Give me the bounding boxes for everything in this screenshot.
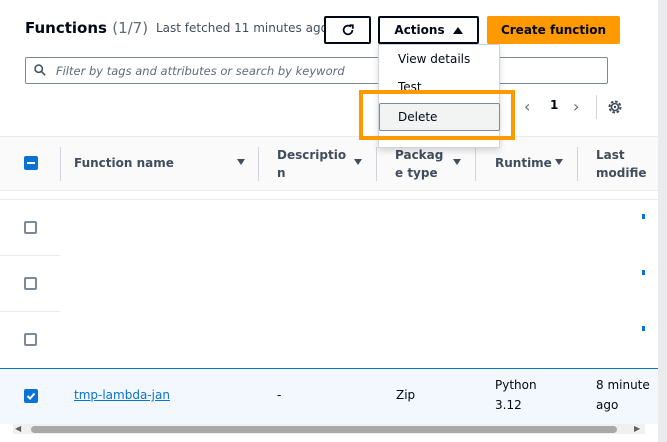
gear-icon[interactable] (606, 98, 624, 116)
row-checkbox-checked[interactable] (24, 389, 38, 403)
package-type-cell: Zip (396, 388, 416, 402)
column-header-runtime[interactable]: Runtime (495, 154, 552, 172)
caret-up-icon (452, 26, 463, 34)
column-divider (376, 147, 377, 181)
truncated-link-mark (642, 214, 645, 219)
column-divider (475, 147, 476, 181)
search-icon (34, 64, 46, 76)
divider (596, 95, 597, 119)
refresh-button[interactable] (324, 16, 371, 44)
checkmark-icon (26, 392, 36, 400)
sort-down-icon[interactable] (453, 159, 461, 165)
description-cell: - (277, 388, 282, 402)
table-header: Function name Descriptio n Packag e type… (0, 136, 667, 191)
chevron-right-icon[interactable]: › (573, 97, 579, 116)
row-divider (0, 311, 60, 312)
search-box (25, 57, 608, 84)
column-header-description[interactable]: Descriptio n (277, 146, 346, 182)
row-checkbox[interactable] (24, 221, 37, 234)
column-divider (60, 147, 61, 181)
table-row[interactable]: tmp-lambda-jan - Zip Python 3.12 8 minut… (0, 368, 667, 424)
page-number[interactable]: 1 (550, 98, 558, 112)
page-title: Functions (1/7) (25, 19, 148, 37)
highlight-box (359, 90, 515, 140)
title-text: Functions (25, 19, 107, 37)
chevron-left-icon[interactable]: ‹ (524, 97, 530, 116)
menu-item-view-details[interactable]: View details (398, 52, 470, 66)
actions-label: Actions (394, 23, 445, 37)
search-input[interactable] (56, 58, 356, 83)
scroll-right-icon[interactable]: ▶ (634, 424, 640, 433)
column-header-package-type[interactable]: Packag e type (395, 146, 443, 182)
column-header-last-modified[interactable]: Last modifie (596, 146, 646, 182)
runtime-cell: Python 3.12 (495, 378, 537, 412)
last-fetched-text: Last fetched 11 minutes ago (156, 21, 328, 35)
scrollbar-thumb[interactable] (31, 426, 617, 433)
sort-down-icon[interactable] (354, 159, 362, 165)
select-all-checkbox[interactable] (24, 156, 38, 170)
truncated-link-mark (642, 326, 645, 331)
row-checkbox[interactable] (24, 277, 37, 290)
row-checkbox[interactable] (24, 333, 37, 346)
column-header-function-name[interactable]: Function name (74, 154, 174, 172)
table-top-line (0, 199, 667, 200)
sort-down-icon[interactable] (237, 159, 245, 165)
create-function-label: Create function (500, 23, 607, 37)
indeterminate-dash (27, 162, 35, 164)
selection-count: (1/7) (112, 19, 149, 37)
last-modified-cell: 8 minute ago (596, 378, 650, 412)
refresh-icon (342, 24, 354, 36)
column-divider (577, 147, 578, 181)
function-name-link[interactable]: tmp-lambda-jan (74, 385, 170, 405)
scroll-left-icon[interactable]: ◀ (15, 424, 21, 433)
create-function-button[interactable]: Create function (487, 16, 620, 44)
actions-button[interactable]: Actions (378, 16, 479, 44)
truncated-link-mark (642, 270, 645, 275)
sort-down-icon[interactable] (555, 159, 563, 165)
window-edge (658, 0, 667, 442)
row-divider (0, 255, 60, 256)
column-divider (258, 147, 259, 181)
